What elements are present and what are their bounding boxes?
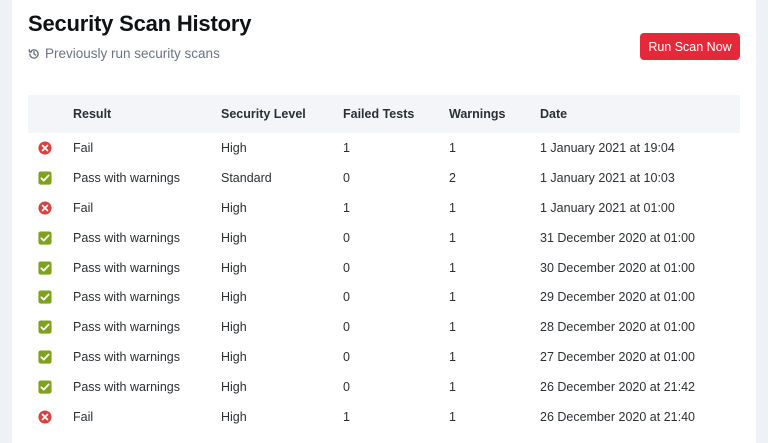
warnings-cell: 2 [449,170,456,185]
warnings-cell: 1 [449,260,456,275]
x-circle-icon [28,141,73,155]
warnings-cell: 1 [449,320,456,335]
table-row[interactable]: Pass with warnings Standard 0 2 1 January 20… [28,163,740,193]
table-row[interactable]: Fail High 1 1 1 January 2021 at 01:00 [28,193,740,223]
page-title: Security Scan History [28,11,252,36]
warnings-cell: 1 [449,200,456,215]
table-row[interactable]: Pass with warnings High 0 1 27 December 2020… [28,342,740,372]
column-header-date[interactable]: Date [540,95,740,133]
security-level-cell: High [221,290,247,305]
failed-tests-cell: 0 [343,260,350,275]
failed-tests-cell: 1 [343,409,350,424]
result-cell: Fail [73,140,94,155]
security-level-cell: High [221,260,247,275]
date-cell: 1 January 2021 at 01:00 [540,200,675,215]
result-cell: Pass with warnings [73,320,180,335]
status-cell [28,163,73,193]
run-scan-now-button[interactable]: Run Scan Now [640,33,740,60]
checkbox-icon [28,290,73,304]
warnings-cell: 1 [449,350,456,365]
scan-history-table: Result Security Level Failed Tests Warni… [28,95,740,432]
column-header-status [28,95,73,133]
security-level-cell: Standard [221,170,272,185]
subtitle-text: Previously run security scans [45,46,220,61]
warnings-cell: 1 [449,230,456,245]
security-level-cell: High [221,140,247,155]
result-cell: Pass with warnings [73,170,180,185]
result-cell: Pass with warnings [73,290,180,305]
status-cell [28,402,73,432]
column-header-result[interactable]: Result [73,95,221,133]
status-cell [28,223,73,253]
security-level-cell: High [221,230,247,245]
table-row[interactable]: Pass with warnings High 0 1 28 December 2020… [28,312,740,342]
date-cell: 29 December 2020 at 01:00 [540,290,695,305]
status-cell [28,282,73,312]
security-level-cell: High [221,350,247,365]
warnings-cell: 1 [449,409,456,424]
failed-tests-cell: 0 [343,170,350,185]
date-cell: 28 December 2020 at 01:00 [540,320,695,335]
date-cell: 27 December 2020 at 01:00 [540,350,695,365]
security-level-cell: High [221,320,247,335]
failed-tests-cell: 0 [343,230,350,245]
column-header-warnings[interactable]: Warnings [449,95,540,133]
table-row[interactable]: Pass with warnings High 0 1 31 December 2020… [28,223,740,253]
status-cell [28,372,73,402]
checkbox-icon [28,171,73,185]
warnings-cell: 1 [449,140,456,155]
status-cell [28,133,73,163]
failed-tests-cell: 0 [343,290,350,305]
table-row[interactable]: Pass with warnings High 0 1 29 December 2020… [28,282,740,312]
security-level-cell: High [221,409,247,424]
history-icon [28,48,40,60]
failed-tests-cell: 0 [343,350,350,365]
result-cell: Fail [73,200,94,215]
x-circle-icon [28,201,73,215]
table-row[interactable]: Pass with warnings High 0 1 26 December 2020… [28,372,740,402]
status-cell [28,253,73,283]
checkbox-icon [28,260,73,275]
security-level-cell: High [221,200,247,215]
failed-tests-cell: 0 [343,320,350,335]
column-header-security-level[interactable]: Security Level [221,95,343,133]
x-circle-icon [28,410,73,424]
page-subtitle: Previously run security scans [28,46,220,61]
checkbox-icon [28,350,73,364]
failed-tests-cell: 0 [343,380,350,395]
table-header-row: Result Security Level Failed Tests Warni… [28,95,740,133]
result-cell: Pass with warnings [73,380,180,395]
date-cell: 26 December 2020 at 21:42 [540,380,695,395]
checkbox-icon [28,380,73,394]
table-row[interactable]: Pass with warnings High 0 1 30 December 2020… [28,253,740,283]
result-cell: Pass with warnings [73,230,180,245]
table-row[interactable]: Fail High 1 1 1 January 2021 at 19:04 [28,133,740,163]
result-cell: Fail [73,409,94,424]
status-cell [28,312,73,342]
date-cell: 31 December 2020 at 01:00 [540,230,695,245]
failed-tests-cell: 1 [343,140,350,155]
date-cell: 30 December 2020 at 01:00 [540,260,695,275]
security-level-cell: High [221,380,247,395]
status-cell [28,342,73,372]
scan-history-panel: Security Scan History Previously run sec… [12,0,756,443]
status-cell [28,193,73,223]
checkbox-icon [28,231,73,245]
result-cell: Pass with warnings [73,260,180,275]
column-header-failed-tests[interactable]: Failed Tests [343,95,449,133]
date-cell: 1 January 2021 at 19:04 [540,140,675,155]
table-row[interactable]: Fail High 1 1 26 December 2020 at 21:40 [28,402,740,432]
warnings-cell: 1 [449,380,456,395]
checkbox-icon [28,320,73,334]
failed-tests-cell: 1 [343,200,350,215]
date-cell: 26 December 2020 at 21:40 [540,409,695,424]
date-cell: 1 January 2021 at 10:03 [540,170,675,185]
warnings-cell: 1 [449,290,456,305]
result-cell: Pass with warnings [73,350,180,365]
